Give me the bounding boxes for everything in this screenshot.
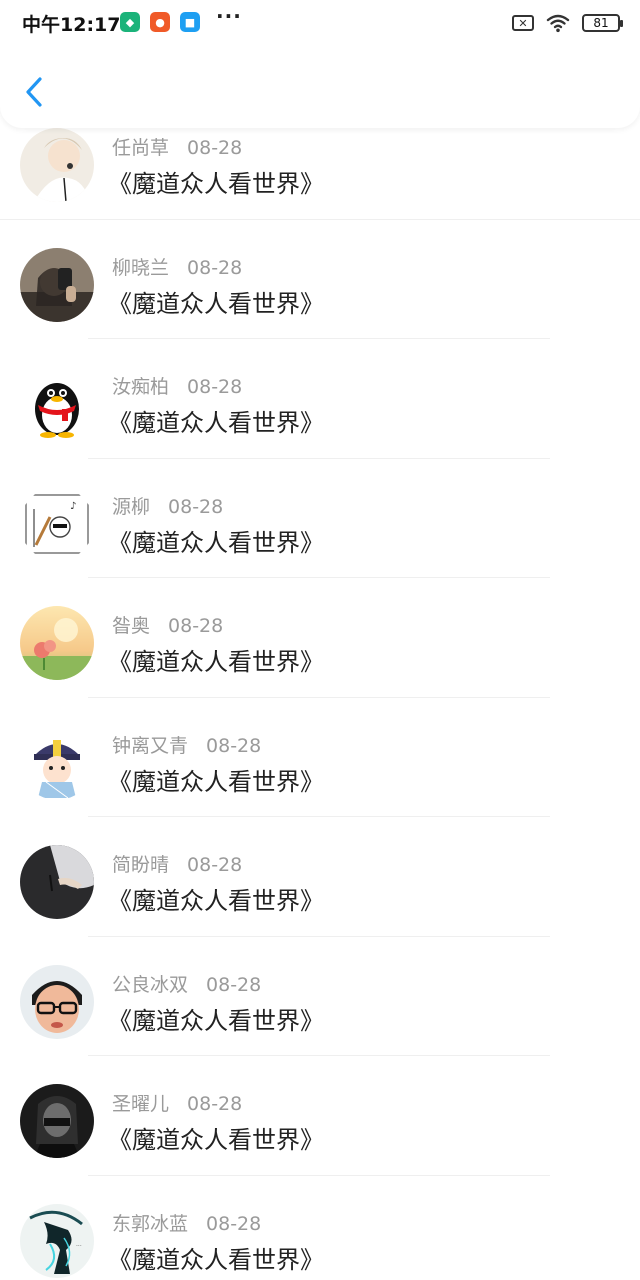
comment-title[interactable]: 《魔道众人看世界》 bbox=[108, 1240, 324, 1275]
comment-meta: 任尚草 08-28 bbox=[112, 133, 242, 160]
dark-hand-avatar[interactable] bbox=[20, 845, 94, 919]
list-item[interactable]: ··· 东郭冰蓝 08-28 《魔道众人看世界》 bbox=[0, 1176, 640, 1280]
comment-meta: 汝痴柏 08-28 bbox=[112, 372, 242, 399]
comment-date: 08-28 bbox=[206, 1212, 262, 1235]
no-sim-icon: ✕ bbox=[512, 15, 534, 31]
chat-app-icon: ■ bbox=[180, 12, 200, 32]
chevron-left-icon bbox=[26, 77, 42, 107]
list-item[interactable]: 昝奥 08-28 《魔道众人看世界》 bbox=[0, 578, 640, 698]
user-name: 东郭冰蓝 bbox=[112, 1212, 189, 1235]
comment-title[interactable]: 《魔道众人看世界》 bbox=[108, 1001, 324, 1036]
comment-date: 08-28 bbox=[187, 376, 243, 398]
list-item[interactable]: 公良冰双 08-28 《魔道众人看世界》 bbox=[0, 937, 640, 1056]
list-item[interactable]: ♪ 源柳 08-28 《魔道众人看世界》 bbox=[0, 459, 640, 578]
comment-title[interactable]: 《魔道众人看世界》 bbox=[108, 642, 324, 677]
user-name: 昝奥 bbox=[112, 615, 151, 637]
user-name: 简盼晴 bbox=[112, 854, 170, 876]
user-name: 圣曜儿 bbox=[112, 1093, 170, 1115]
battery-level: 81 bbox=[593, 16, 609, 30]
comment-title[interactable]: 《魔道众人看世界》 bbox=[108, 1120, 324, 1155]
comment-date: 08-28 bbox=[187, 854, 243, 876]
top-bar: 中午12:17 ◆ ● ■ ··· ✕ 81 bbox=[0, 0, 640, 128]
comment-date: 08-28 bbox=[187, 137, 243, 159]
list-item[interactable]: 柳晓兰 08-28 《魔道众人看世界》 bbox=[0, 220, 640, 339]
user-name: 钟离又青 bbox=[112, 734, 189, 757]
list-item[interactable]: 钟离又青 08-28 《魔道众人看世界》 bbox=[0, 698, 640, 817]
list-item[interactable]: 汝痴柏 08-28 《魔道众人看世界》 bbox=[0, 339, 640, 459]
comment-meta: 柳晓兰 08-28 bbox=[112, 253, 242, 280]
battery-icon: 81 bbox=[582, 14, 623, 32]
comment-meta: 东郭冰蓝 08-28 bbox=[112, 1209, 261, 1236]
comment-meta: 昝奥 08-28 bbox=[112, 611, 223, 638]
user-name: 公良冰双 bbox=[112, 973, 189, 996]
more-notifications-icon: ··· bbox=[216, 4, 242, 28]
security-app-icon: ◆ bbox=[120, 12, 140, 32]
comment-meta: 简盼晴 08-28 bbox=[112, 850, 242, 877]
jiangshi-avatar[interactable] bbox=[20, 725, 94, 800]
back-button[interactable] bbox=[18, 70, 54, 114]
comment-meta: 钟离又青 08-28 bbox=[112, 731, 261, 758]
list-item[interactable]: 圣曜儿 08-28 《魔道众人看世界》 bbox=[0, 1056, 640, 1176]
comment-title[interactable]: 《魔道众人看世界》 bbox=[108, 284, 324, 319]
user-name: 任尚草 bbox=[112, 137, 170, 159]
comment-title[interactable]: 《魔道众人看世界》 bbox=[108, 881, 324, 916]
flower-avatar[interactable] bbox=[20, 606, 94, 680]
svg-text:♪: ♪ bbox=[70, 501, 76, 512]
warrior-art-avatar[interactable]: ··· bbox=[20, 1203, 94, 1278]
user-name: 汝痴柏 bbox=[112, 376, 170, 398]
selfie-avatar[interactable] bbox=[20, 247, 94, 322]
comment-date: 08-28 bbox=[168, 615, 224, 637]
comment-title[interactable]: 《魔道众人看世界》 bbox=[108, 762, 324, 797]
status-bar: 中午12:17 ◆ ● ■ ··· ✕ 81 bbox=[0, 0, 640, 46]
comment-date: 08-28 bbox=[187, 256, 243, 279]
comment-list: 任尚草 08-28 《魔道众人看世界》 柳晓兰 08-28 《魔道众人看世界》 汝痴… bbox=[0, 100, 640, 1280]
person-light-avatar[interactable] bbox=[20, 128, 94, 202]
penguin-avatar[interactable] bbox=[20, 367, 94, 441]
comment-date: 08-28 bbox=[206, 973, 262, 996]
svg-text:···: ··· bbox=[76, 1243, 82, 1250]
glasses-person-avatar[interactable] bbox=[20, 964, 94, 1039]
comment-meta: 公良冰双 08-28 bbox=[112, 970, 261, 997]
sketch-avatar[interactable]: ♪ bbox=[20, 486, 94, 561]
list-item[interactable]: 简盼晴 08-28 《魔道众人看世界》 bbox=[0, 817, 640, 937]
comment-date: 08-28 bbox=[206, 734, 262, 757]
user-name: 柳晓兰 bbox=[112, 256, 170, 279]
comment-title[interactable]: 《魔道众人看世界》 bbox=[108, 403, 324, 438]
comment-title[interactable]: 《魔道众人看世界》 bbox=[108, 164, 324, 199]
comment-title[interactable]: 《魔道众人看世界》 bbox=[108, 523, 324, 558]
comment-date: 08-28 bbox=[187, 1093, 243, 1115]
comment-meta: 源柳 08-28 bbox=[112, 492, 223, 519]
comment-date: 08-28 bbox=[168, 495, 224, 518]
wifi-icon bbox=[546, 14, 570, 33]
status-time: 中午12:17 bbox=[22, 14, 121, 36]
masked-person-avatar[interactable] bbox=[20, 1084, 94, 1158]
user-name: 源柳 bbox=[112, 495, 151, 518]
game-app-icon: ● bbox=[150, 12, 170, 32]
comment-meta: 圣曜儿 08-28 bbox=[112, 1089, 242, 1116]
